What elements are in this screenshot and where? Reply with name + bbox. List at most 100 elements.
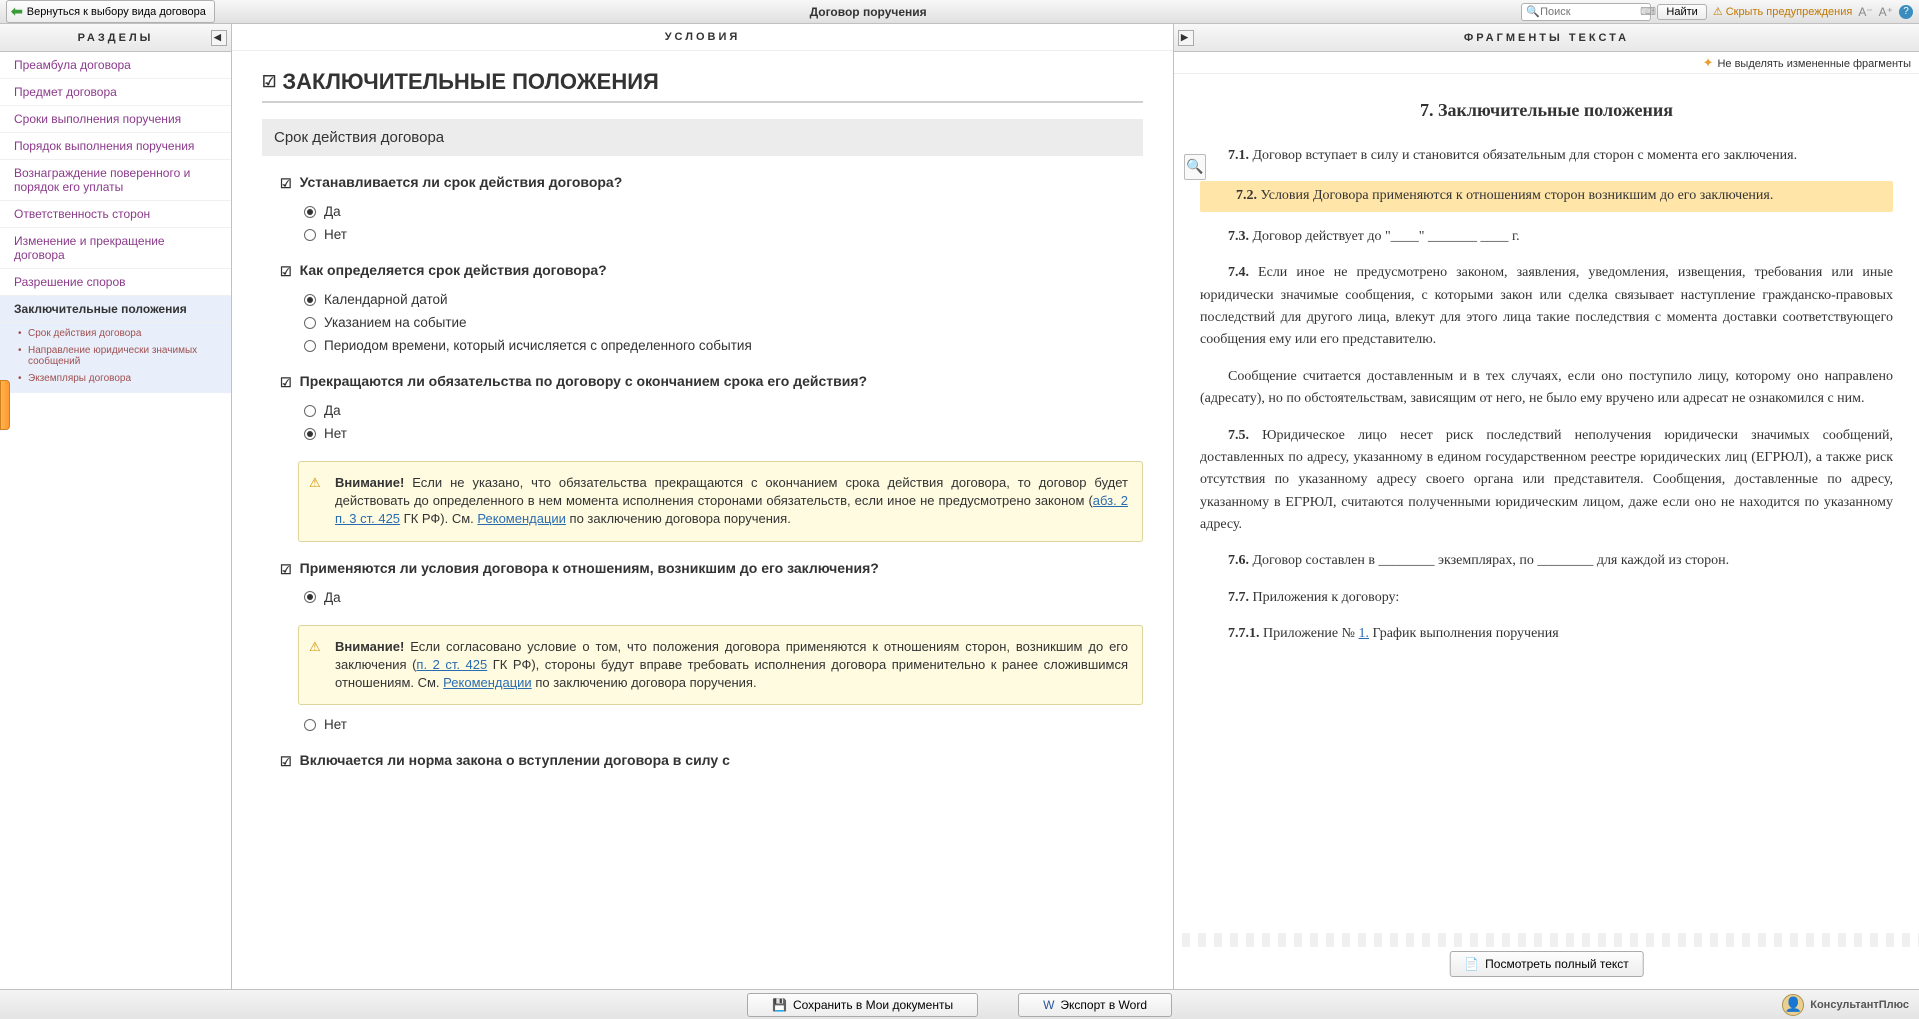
center-panel: УСЛОВИЯ ☑ ЗАКЛЮЧИТЕЛЬНЫЕ ПОЛОЖЕНИЯ Срок … [232, 24, 1174, 989]
option-yes[interactable]: Да [304, 200, 1143, 223]
recommendations-link[interactable]: Рекомендации [477, 511, 566, 526]
attachment-link[interactable]: 1. [1359, 626, 1370, 641]
options-4: Да [304, 586, 1143, 609]
view-full-text-button[interactable]: 📄 Посмотреть полный текст [1449, 951, 1644, 977]
save-icon: 💾 [772, 998, 787, 1012]
option-period[interactable]: Периодом времени, который исчисляется с … [304, 334, 1143, 357]
center-scroll[interactable]: ☑ ЗАКЛЮЧИТЕЛЬНЫЕ ПОЛОЖЕНИЯ Срок действия… [232, 51, 1173, 989]
hide-warnings-link[interactable]: ⚠ Скрыть предупреждения [1713, 5, 1853, 18]
doc-clause-7-1: 7.1. Договор вступает в силу и становитс… [1200, 145, 1893, 167]
save-button[interactable]: 💾 Сохранить в Мои документы [747, 993, 978, 1017]
find-button[interactable]: Найти [1657, 4, 1706, 20]
page-view-icon[interactable]: 🔍 [1184, 154, 1206, 180]
search-input[interactable] [1540, 6, 1640, 18]
right-panel: ▶ ФРАГМЕНТЫ ТЕКСТА ✦Не выделять измененн… [1174, 24, 1919, 989]
doc-clause-7-3: 7.3. Договор действует до "____" _______… [1200, 226, 1893, 248]
question-3: ☑ Прекращаются ли обязательства по догов… [280, 373, 1143, 391]
heading-divider [262, 101, 1143, 103]
doc-clause-7-7-1: 7.7.1. Приложение № 1. График выполнения… [1200, 623, 1893, 645]
question-1: ☑ Устанавливается ли срок действия догов… [280, 174, 1143, 192]
law-link[interactable]: п. 2 ст. 425 [416, 657, 487, 672]
checkbox-icon[interactable]: ☑ [280, 754, 292, 770]
nav-item-remuneration[interactable]: Вознаграждение поверенного и порядок его… [0, 160, 231, 201]
doc-clause-7-6: 7.6. Договор составлен в ________ экземп… [1200, 550, 1893, 572]
checkbox-icon[interactable]: ☑ [280, 375, 292, 391]
brand-label: 👤 КонсультантПлюс [1782, 994, 1909, 1016]
option-event[interactable]: Указанием на событие [304, 311, 1143, 334]
sub-nav-copies[interactable]: Экземпляры договора [0, 370, 231, 387]
font-decrease-icon[interactable]: A⁻ [1858, 5, 1872, 19]
nav-item-order[interactable]: Порядок выполнения поручения [0, 133, 231, 160]
radio-icon[interactable] [304, 428, 316, 440]
sub-nav-term[interactable]: Срок действия договора [0, 325, 231, 342]
export-word-button[interactable]: W Экспорт в Word [1018, 993, 1172, 1017]
radio-icon[interactable] [304, 405, 316, 417]
nav-item-disputes[interactable]: Разрешение споров [0, 269, 231, 296]
warning-icon: ⚠ [309, 474, 325, 488]
option-yes[interactable]: Да [304, 586, 1143, 609]
document-title: Договор поручения [215, 5, 1522, 19]
radio-icon[interactable] [304, 206, 316, 218]
option-yes[interactable]: Да [304, 399, 1143, 422]
center-header: УСЛОВИЯ [232, 24, 1173, 51]
option-calendar-date[interactable]: Календарной датой [304, 288, 1143, 311]
top-bar: ⬅ Вернуться к выбору вида договора Догов… [0, 0, 1919, 24]
radio-icon[interactable] [304, 229, 316, 241]
search-box[interactable]: 🔍 ⌨ [1521, 3, 1651, 21]
main-heading: ☑ ЗАКЛЮЧИТЕЛЬНЫЕ ПОЛОЖЕНИЯ [262, 69, 1143, 95]
nav-item-preamble[interactable]: Преамбула договора [0, 52, 231, 79]
back-label: Вернуться к выбору вида договора [27, 6, 206, 18]
sub-nav-notices[interactable]: Направление юридически значимых сообщени… [0, 342, 231, 370]
checkbox-icon[interactable]: ☑ [280, 562, 292, 578]
nav-item-changes[interactable]: Изменение и прекращение договора [0, 228, 231, 269]
right-header: ▶ ФРАГМЕНТЫ ТЕКСТА [1174, 24, 1919, 52]
warning-box-1: ⚠ Внимание! Если не указано, что обязате… [298, 461, 1143, 542]
sub-nav: Срок действия договора Направление юриди… [0, 323, 231, 393]
back-arrow-icon: ⬅ [11, 3, 23, 20]
radio-icon[interactable] [304, 294, 316, 306]
options-3: Да Нет [304, 399, 1143, 445]
keyboard-icon[interactable]: ⌨ [1640, 5, 1656, 18]
nav-item-responsibility[interactable]: Ответственность сторон [0, 201, 231, 228]
checkbox-icon[interactable]: ☑ [262, 72, 276, 92]
no-highlight-toggle[interactable]: ✦Не выделять измененные фрагменты [1703, 55, 1911, 71]
font-increase-icon[interactable]: A⁺ [1879, 5, 1893, 19]
expand-panel-icon[interactable]: ▶ [1178, 30, 1194, 46]
doc-clause-7-4: 7.4. Если иное не предусмотрено законом,… [1200, 262, 1893, 352]
collapse-sidebar-icon[interactable]: ◀ [211, 30, 227, 46]
subsection-title: Срок действия договора [262, 119, 1143, 156]
help-icon[interactable]: ? [1899, 5, 1913, 19]
option-no[interactable]: Нет [304, 223, 1143, 246]
brand-icon: 👤 [1782, 994, 1804, 1016]
question-4: ☑ Применяются ли условия договора к отно… [280, 560, 1143, 578]
radio-icon[interactable] [304, 719, 316, 731]
nav-item-subject[interactable]: Предмет договора [0, 79, 231, 106]
warning-box-2: ⚠ Внимание! Если согласовано условие о т… [298, 625, 1143, 706]
sidebar: РАЗДЕЛЫ ◀ Преамбула договора Предмет дог… [0, 24, 232, 989]
recommendations-link[interactable]: Рекомендации [443, 675, 532, 690]
doc-section-title: 7. Заключительные положения [1200, 100, 1893, 121]
checkbox-icon[interactable]: ☑ [280, 176, 292, 192]
bottom-bar: 💾 Сохранить в Мои документы W Экспорт в … [0, 989, 1919, 1019]
warning-icon: ⚠ [1713, 5, 1723, 18]
radio-icon[interactable] [304, 340, 316, 352]
nav-item-final[interactable]: Заключительные положения [0, 296, 231, 323]
option-no[interactable]: Нет [304, 422, 1143, 445]
doc-clause-7-5: 7.5. Юридическое лицо несет риск последс… [1200, 425, 1893, 537]
right-toolbar: ✦Не выделять измененные фрагменты [1174, 52, 1919, 74]
nav-item-terms[interactable]: Сроки выполнения поручения [0, 106, 231, 133]
search-icon: 🔍 [1526, 5, 1540, 18]
radio-icon[interactable] [304, 591, 316, 603]
document-body[interactable]: 🔍 7. Заключительные положения 7.1. Догов… [1174, 74, 1919, 989]
top-right-controls: 🔍 ⌨ Найти ⚠ Скрыть предупреждения A⁻ A⁺ … [1521, 3, 1913, 21]
question-2: ☑ Как определяется срок действия договор… [280, 262, 1143, 280]
radio-icon[interactable] [304, 317, 316, 329]
doc-clause-7-7: 7.7. Приложения к договору: [1200, 587, 1893, 609]
checkbox-icon[interactable]: ☑ [280, 264, 292, 280]
side-tab-handle[interactable] [0, 380, 10, 430]
question-5-partial: ☑ Включается ли норма закона о вступлени… [280, 752, 1143, 770]
option-no[interactable]: Нет [304, 713, 1143, 736]
word-icon: W [1043, 998, 1054, 1012]
back-button[interactable]: ⬅ Вернуться к выбору вида договора [6, 0, 215, 23]
document-icon: 📄 [1464, 957, 1479, 971]
